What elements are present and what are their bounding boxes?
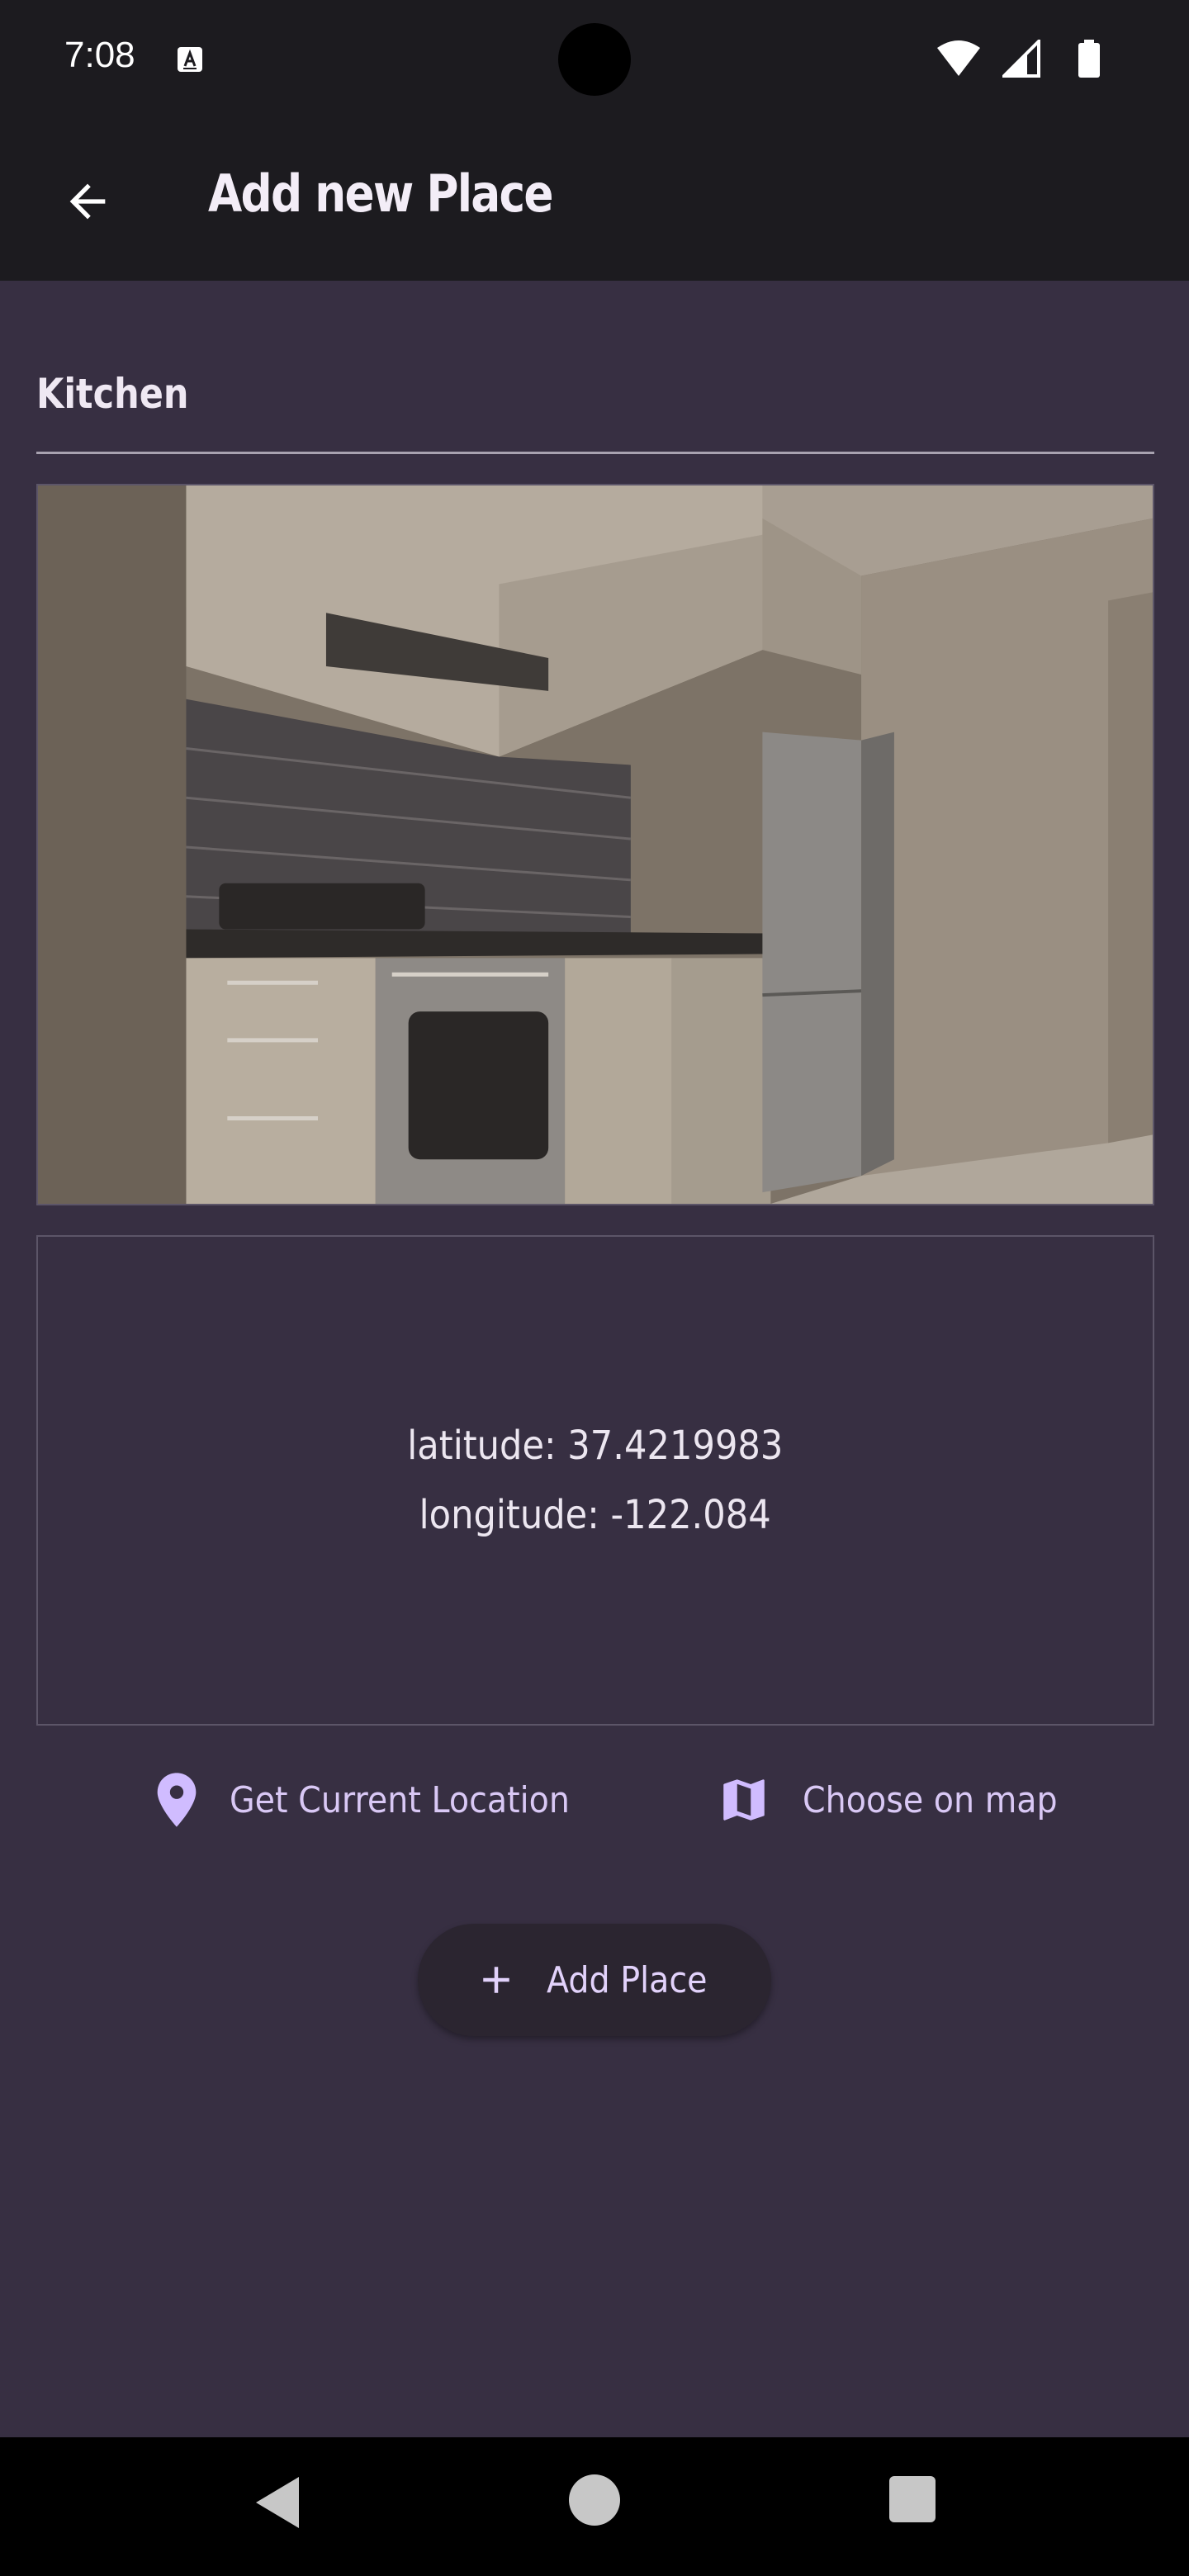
page-title: Add new Place: [208, 163, 554, 224]
kitchen-photo: [38, 485, 1153, 1204]
get-current-location-button[interactable]: Get Current Location: [154, 1759, 608, 1841]
a-notification-icon: [178, 47, 202, 72]
nav-home-icon[interactable]: [568, 2474, 621, 2526]
choose-on-map-button[interactable]: Choose on map: [715, 1759, 1086, 1841]
get-current-location-label: Get Current Location: [230, 1778, 570, 1821]
back-button[interactable]: [43, 157, 132, 246]
wifi-icon: [937, 40, 980, 76]
system-nav-bar: [0, 2437, 1189, 2576]
plus-icon: [483, 1967, 509, 1993]
top-app-bar: Add new Place: [0, 122, 1189, 281]
location-actions: Get Current Location Choose on map: [0, 1759, 1189, 1841]
place-image[interactable]: [36, 484, 1154, 1205]
camera-cutout: [558, 23, 631, 96]
title-input-value: Kitchen: [36, 370, 189, 418]
choose-on-map-label: Choose on map: [803, 1778, 1058, 1821]
nav-back-icon[interactable]: [253, 2474, 302, 2531]
map-icon: [723, 1779, 765, 1821]
longitude-text: longitude: -122.084: [419, 1492, 772, 1538]
signal-icon: [1002, 40, 1040, 78]
add-place-label: Add Place: [547, 1958, 708, 2001]
arrow-back-icon: [69, 183, 106, 220]
title-input[interactable]: Kitchen: [36, 347, 1154, 454]
status-bar: 7:08: [0, 0, 1189, 122]
battery-icon: [1078, 40, 1100, 78]
location-panel: latitude: 37.4219983 longitude: -122.084: [36, 1235, 1154, 1726]
status-time: 7:08: [64, 35, 135, 75]
latitude-text: latitude: 37.4219983: [407, 1423, 784, 1469]
add-place-button[interactable]: Add Place: [418, 1924, 771, 2036]
location-pin-icon: [157, 1773, 197, 1827]
nav-recents-icon[interactable]: [888, 2475, 936, 2523]
title-input-underline: [36, 452, 1154, 454]
